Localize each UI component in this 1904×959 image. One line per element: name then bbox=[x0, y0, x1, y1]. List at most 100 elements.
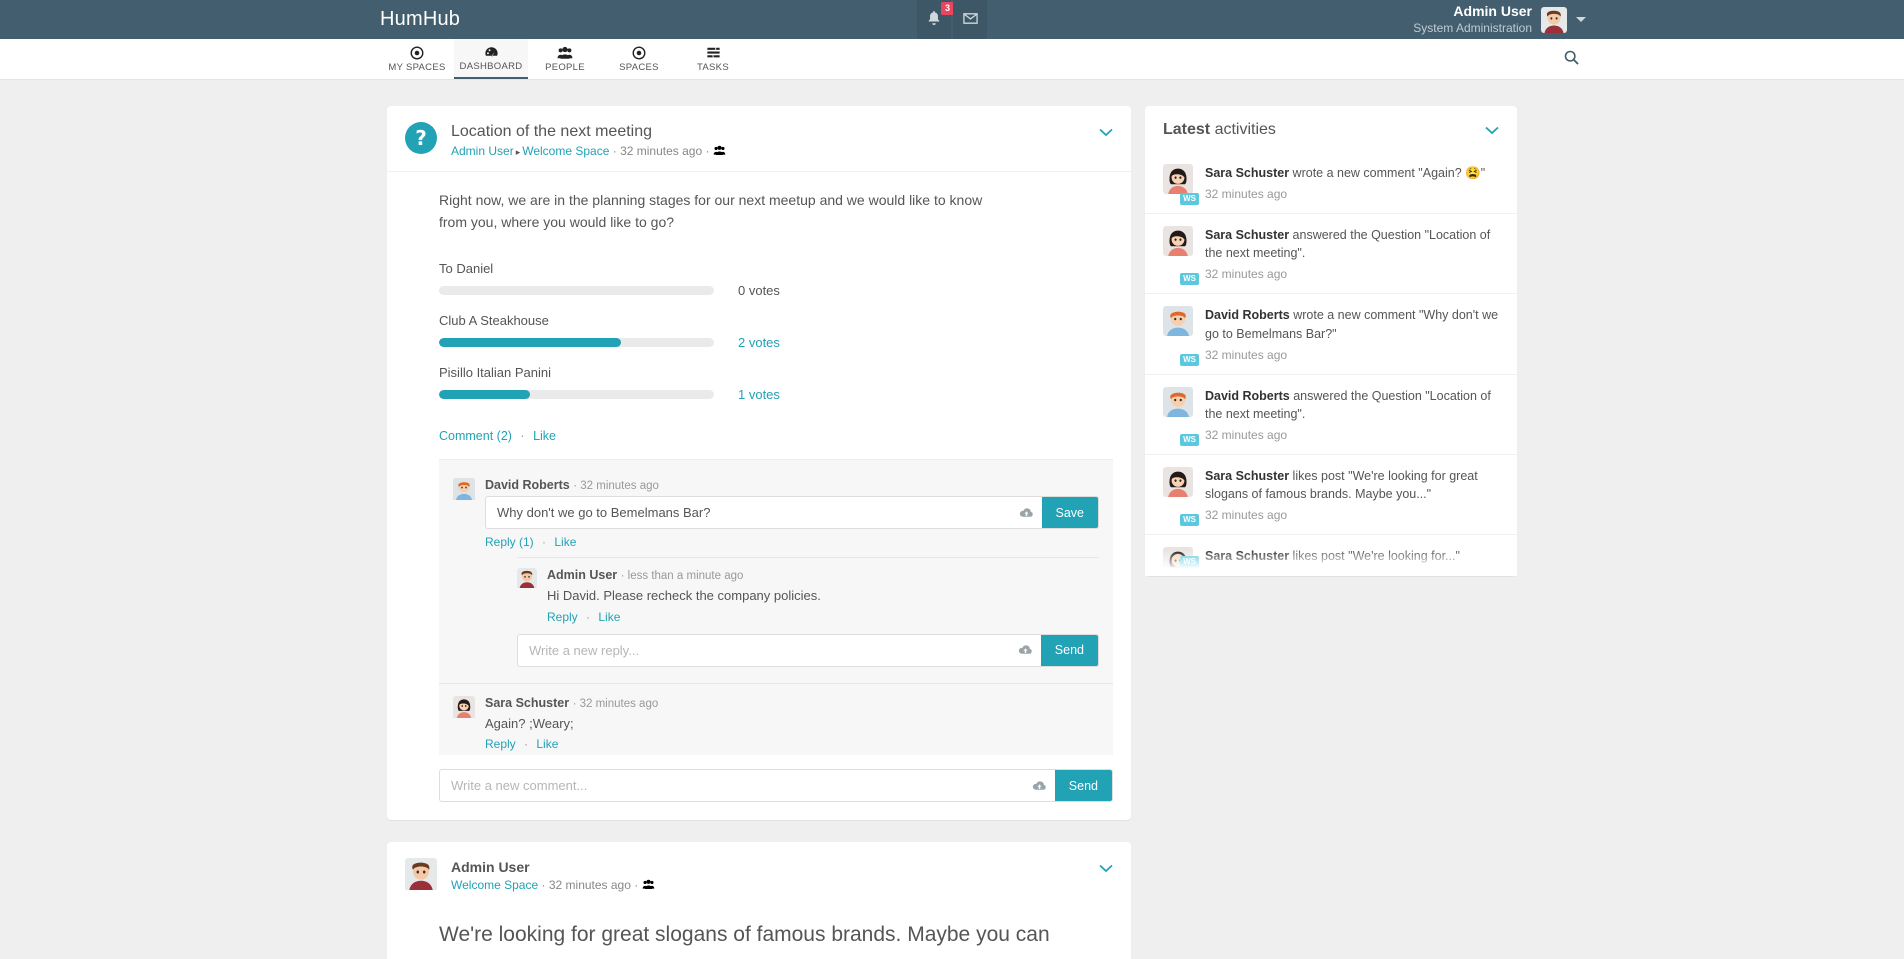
user-menu[interactable]: Admin User System Administration bbox=[1413, 3, 1586, 36]
poll-option[interactable]: Club A Steakhouse 2 votes bbox=[439, 313, 1113, 350]
poll-option-label: To Daniel bbox=[439, 261, 1113, 276]
poll-option[interactable]: Pisillo Italian Panini 1 votes bbox=[439, 365, 1113, 402]
activity-time: 32 minutes ago bbox=[1205, 508, 1501, 522]
poll-votes[interactable]: 0 votes bbox=[738, 283, 780, 298]
space-badge: WS bbox=[1180, 556, 1199, 568]
like-link[interactable]: Like bbox=[533, 429, 556, 443]
comment-header: David Roberts · 32 minutes ago bbox=[485, 478, 1099, 492]
cloud-upload-icon[interactable] bbox=[1025, 770, 1055, 801]
avatar: WS bbox=[1163, 164, 1193, 201]
avatar[interactable] bbox=[453, 696, 475, 752]
poll-option[interactable]: To Daniel 0 votes bbox=[439, 261, 1113, 298]
nav-item-tasks[interactable]: TASKS bbox=[676, 39, 750, 79]
reply-item: Admin User · less than a minute ago Hi D… bbox=[517, 568, 1099, 628]
activity-content: David Roberts wrote a new comment "Why d… bbox=[1205, 306, 1501, 361]
avatar: WS bbox=[1163, 467, 1193, 522]
reply-link[interactable]: Reply (1) bbox=[485, 535, 534, 549]
activity-item[interactable]: WS Sara Schuster likes post "We're looki… bbox=[1145, 454, 1517, 534]
post-card-question: ? Location of the next meeting Admin Use… bbox=[387, 106, 1131, 820]
nav-item-people[interactable]: PEOPLE bbox=[528, 39, 602, 79]
activity-author: Sara Schuster bbox=[1205, 228, 1289, 242]
send-reply-button[interactable]: Send bbox=[1041, 635, 1098, 666]
user-name: Admin User bbox=[1413, 3, 1532, 21]
people-icon bbox=[557, 46, 573, 60]
like-link[interactable]: Like bbox=[554, 535, 576, 549]
sidebar-column: Latest activities WS bbox=[1145, 106, 1517, 959]
post-meta: Admin User▸Welcome Space · 32 minutes ag… bbox=[451, 144, 726, 158]
search-button[interactable] bbox=[1556, 39, 1586, 79]
comment-body: Sara Schuster · 32 minutes ago Again? ;W… bbox=[485, 696, 1099, 752]
activity-action: likes post "We're looking for..." bbox=[1289, 549, 1460, 563]
post-space-link[interactable]: Welcome Space bbox=[522, 144, 609, 158]
poll-votes[interactable]: 1 votes bbox=[738, 387, 780, 402]
brand-logo[interactable]: HumHub bbox=[380, 8, 460, 31]
activity-author: Sara Schuster bbox=[1205, 469, 1289, 483]
search-icon bbox=[1564, 50, 1579, 68]
activity-time: 32 minutes ago bbox=[1205, 187, 1485, 201]
question-icon: ? bbox=[405, 122, 437, 154]
post-space-link[interactable]: Welcome Space bbox=[451, 878, 538, 892]
cloud-upload-icon[interactable] bbox=[1011, 635, 1041, 666]
avatar[interactable] bbox=[517, 568, 537, 624]
chevron-down-icon[interactable] bbox=[1485, 122, 1499, 140]
reply-link[interactable]: Reply bbox=[485, 737, 516, 751]
bell-icon bbox=[927, 11, 941, 28]
save-button[interactable]: Save bbox=[1042, 497, 1099, 528]
envelope-icon bbox=[963, 11, 978, 29]
reply-input[interactable] bbox=[518, 635, 1011, 666]
poll-fill bbox=[439, 338, 621, 347]
comment-time: 32 minutes ago bbox=[580, 698, 659, 710]
poll-fill bbox=[439, 390, 530, 399]
post-time: 32 minutes ago bbox=[620, 144, 702, 158]
activity-text: David Roberts wrote a new comment "Why d… bbox=[1205, 306, 1501, 342]
avatar: WS bbox=[1163, 387, 1193, 442]
comment-author: David Roberts bbox=[485, 478, 570, 492]
post-card-slogans: Admin User Welcome Space · 32 minutes ag… bbox=[387, 842, 1131, 959]
like-link[interactable]: Like bbox=[598, 610, 620, 624]
user-info: Admin User System Administration bbox=[1413, 3, 1532, 36]
post-body: Right now, we are in the planning stages… bbox=[387, 172, 1131, 239]
post-title: Location of the next meeting bbox=[451, 123, 726, 141]
activity-item[interactable]: WS Sara Schuster answered the Question "… bbox=[1145, 213, 1517, 293]
reply-time: less than a minute ago bbox=[628, 570, 744, 582]
comment-edit-input[interactable] bbox=[486, 497, 1012, 528]
activity-item[interactable]: WS Sara Schuster likes post "We're looki… bbox=[1145, 534, 1517, 576]
post-header-text: Admin User Welcome Space · 32 minutes ag… bbox=[451, 858, 655, 892]
like-link[interactable]: Like bbox=[536, 737, 558, 751]
activity-item[interactable]: WS Sara Schuster wrote a new comment "Ag… bbox=[1145, 152, 1517, 213]
avatar[interactable] bbox=[453, 478, 475, 679]
avatar[interactable] bbox=[405, 858, 437, 892]
poll-option-label: Pisillo Italian Panini bbox=[439, 365, 1113, 380]
reply-input-row: Send bbox=[485, 628, 1099, 679]
activity-time: 32 minutes ago bbox=[1205, 267, 1501, 281]
cloud-upload-icon[interactable] bbox=[1012, 497, 1042, 528]
avatar bbox=[1541, 7, 1567, 33]
reply-input-box: Send bbox=[517, 634, 1099, 667]
nav-item-spaces[interactable]: SPACES bbox=[602, 39, 676, 79]
chevron-down-icon bbox=[1576, 17, 1586, 22]
activity-text: Sara Schuster answered the Question "Loc… bbox=[1205, 226, 1501, 262]
chevron-down-icon[interactable] bbox=[1099, 860, 1113, 876]
chevron-down-icon[interactable] bbox=[1099, 124, 1113, 140]
post-author-link[interactable]: Admin User bbox=[451, 144, 514, 158]
reply-link[interactable]: Reply bbox=[547, 610, 578, 624]
activity-item[interactable]: WS David Roberts wrote a new comment "Wh… bbox=[1145, 293, 1517, 373]
nav-item-dashboard[interactable]: DASHBOARD bbox=[454, 39, 528, 79]
top-icon-group: 3 bbox=[917, 0, 987, 39]
comment-link[interactable]: Comment (2) bbox=[439, 429, 512, 443]
comment-thread: David Roberts · 32 minutes ago Save Repl… bbox=[439, 459, 1113, 755]
reply-author: Admin User bbox=[547, 568, 617, 582]
avatar: WS bbox=[1163, 306, 1193, 361]
nav-label: PEOPLE bbox=[545, 62, 585, 73]
comment-input[interactable] bbox=[440, 770, 1025, 801]
post-time: 32 minutes ago bbox=[549, 878, 631, 892]
reply-actions: Reply · Like bbox=[547, 610, 1085, 624]
activity-item[interactable]: WS David Roberts answered the Question "… bbox=[1145, 374, 1517, 454]
send-comment-button[interactable]: Send bbox=[1055, 770, 1112, 801]
poll-votes[interactable]: 2 votes bbox=[738, 335, 780, 350]
notifications-button[interactable]: 3 bbox=[917, 0, 951, 39]
latest-activities-panel: Latest activities WS bbox=[1145, 106, 1517, 576]
messages-button[interactable] bbox=[953, 0, 987, 39]
comment-actions: Reply · Like bbox=[485, 737, 1099, 751]
nav-item-my-spaces[interactable]: MY SPACES bbox=[380, 39, 454, 79]
